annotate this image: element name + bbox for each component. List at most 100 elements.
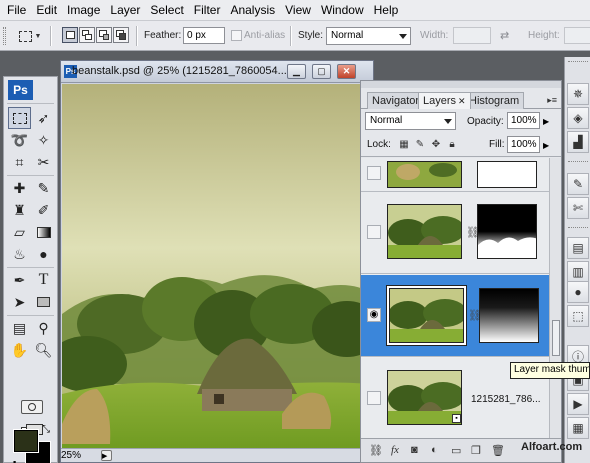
styles-dock-button[interactable]: ▦ bbox=[567, 417, 589, 439]
blend-mode-select[interactable]: Normal bbox=[365, 112, 456, 130]
minimize-button[interactable]: ▁ bbox=[287, 64, 306, 79]
menu-view[interactable]: View bbox=[280, 3, 316, 17]
history-brush-tool-button[interactable]: ✐ bbox=[32, 199, 55, 221]
tab-histogram[interactable]: Histogram bbox=[464, 92, 525, 109]
visibility-toggle[interactable]: ◉ bbox=[367, 308, 381, 322]
visibility-toggle[interactable] bbox=[367, 166, 381, 180]
move-tool-button[interactable]: ➶ bbox=[32, 107, 55, 129]
opacity-arrow-icon[interactable]: ▶ bbox=[543, 117, 549, 126]
scrollbar-thumb[interactable] bbox=[552, 320, 560, 356]
notes-tool-button[interactable]: ▤ bbox=[8, 317, 31, 339]
dock-grip[interactable] bbox=[568, 227, 588, 229]
slice-tool-button[interactable]: ✂ bbox=[32, 151, 55, 173]
layer-row-selected[interactable]: ◉ ⛓ bbox=[361, 275, 549, 357]
brushes-dock-button[interactable]: ✎ bbox=[567, 173, 589, 195]
tool-preset-picker[interactable]: ▼ bbox=[13, 25, 47, 47]
crop-tool-button[interactable]: ⌗ bbox=[8, 151, 31, 173]
tab-navigator[interactable]: Navigator bbox=[367, 92, 425, 109]
layer-row[interactable]: ⛓ bbox=[361, 192, 549, 274]
layer-row[interactable] bbox=[361, 158, 549, 192]
delete-layer-icon[interactable]: 🗑︎ bbox=[491, 444, 505, 457]
width-input[interactable] bbox=[453, 27, 491, 44]
feather-input[interactable]: 0 px bbox=[183, 27, 225, 44]
lasso-tool-button[interactable]: ➰ bbox=[8, 129, 31, 151]
marquee-tool-button[interactable] bbox=[8, 107, 31, 129]
fill-arrow-icon[interactable]: ▶ bbox=[543, 141, 549, 150]
layer-mask-thumbnail[interactable] bbox=[479, 288, 539, 343]
eraser-tool-button[interactable]: ▱ bbox=[8, 221, 31, 243]
document-titlebar[interactable]: Ps beanstalk.psd @ 25% (1215281_7860054.… bbox=[61, 61, 373, 83]
color-dock-button[interactable]: ● bbox=[567, 281, 589, 303]
menu-select[interactable]: Select bbox=[145, 3, 188, 17]
layers-dock-button[interactable]: ◈ bbox=[567, 107, 589, 129]
height-input[interactable] bbox=[564, 27, 590, 44]
pen-tool-button[interactable]: ✒ bbox=[8, 269, 31, 291]
status-menu-button[interactable]: ▶ bbox=[101, 450, 112, 461]
path-select-tool-button[interactable]: ➤ bbox=[8, 291, 31, 313]
layer-thumbnail[interactable] bbox=[387, 161, 462, 188]
tool-presets-dock-button[interactable]: ✄ bbox=[567, 197, 589, 219]
layer-thumbnail[interactable] bbox=[389, 288, 464, 343]
tab-layers[interactable]: Layers ✕ bbox=[418, 92, 471, 109]
options-grip[interactable] bbox=[3, 27, 6, 45]
menu-layer[interactable]: Layer bbox=[105, 3, 145, 17]
paths-dock-button[interactable]: ⬚ bbox=[567, 305, 589, 327]
brush-tool-button[interactable]: ✎ bbox=[32, 177, 55, 199]
fill-input[interactable]: 100% bbox=[507, 136, 540, 153]
blur-tool-button[interactable]: ♨ bbox=[8, 243, 31, 265]
layer-thumbnail[interactable] bbox=[387, 370, 462, 425]
close-icon[interactable]: ✕ bbox=[458, 96, 466, 106]
maximize-button[interactable]: ▢ bbox=[312, 64, 331, 79]
zoom-tool-button[interactable]: 🔍︎ bbox=[32, 339, 55, 361]
swap-dimensions-icon[interactable]: ⇄ bbox=[500, 29, 509, 42]
default-colors-icon[interactable]: ▪ bbox=[13, 457, 16, 463]
layer-mask-thumbnail[interactable] bbox=[477, 161, 537, 188]
style-select[interactable]: Normal bbox=[326, 27, 411, 45]
anti-alias-checkbox[interactable] bbox=[231, 30, 242, 41]
menu-window[interactable]: Window bbox=[316, 3, 369, 17]
add-selection-button[interactable] bbox=[79, 27, 95, 43]
opacity-input[interactable]: 100% bbox=[507, 112, 540, 129]
histogram-dock-button[interactable]: ▟ bbox=[567, 131, 589, 153]
magic-wand-tool-button[interactable]: ✧ bbox=[32, 129, 55, 151]
menu-file[interactable]: File bbox=[2, 3, 31, 17]
hand-tool-button[interactable]: ✋ bbox=[8, 339, 31, 361]
layers-scrollbar[interactable] bbox=[549, 158, 561, 440]
eyedropper-tool-button[interactable]: ⚲ bbox=[32, 317, 55, 339]
menu-edit[interactable]: Edit bbox=[31, 3, 62, 17]
lock-position-icon[interactable]: ✥ bbox=[430, 139, 442, 151]
new-group-icon[interactable]: ▭ bbox=[451, 444, 461, 457]
actions-dock-button[interactable]: ▤ bbox=[567, 237, 589, 259]
type-tool-button[interactable]: T bbox=[32, 269, 55, 291]
visibility-toggle[interactable] bbox=[367, 225, 381, 239]
lock-transparency-icon[interactable]: ▦ bbox=[398, 139, 410, 151]
menu-image[interactable]: Image bbox=[62, 3, 105, 17]
quick-mask-button[interactable] bbox=[21, 400, 43, 414]
menu-analysis[interactable]: Analysis bbox=[225, 3, 280, 17]
intersect-selection-button[interactable] bbox=[113, 27, 129, 43]
adjustment-layer-icon[interactable]: ◐ bbox=[431, 444, 438, 456]
layer-style-icon[interactable]: fx bbox=[391, 444, 399, 456]
dock-grip[interactable] bbox=[568, 161, 588, 163]
panel-grip[interactable] bbox=[361, 81, 561, 88]
new-selection-button[interactable] bbox=[62, 27, 78, 43]
history-dock-button[interactable]: ▥ bbox=[567, 261, 589, 283]
dodge-tool-button[interactable]: ● bbox=[32, 243, 55, 265]
shape-tool-button[interactable] bbox=[32, 291, 55, 313]
add-mask-icon[interactable]: ◙ bbox=[411, 444, 418, 456]
panel-menu-icon[interactable]: ▸≡ bbox=[547, 95, 557, 106]
layer-thumbnail[interactable] bbox=[387, 204, 462, 259]
new-layer-icon[interactable]: ❐ bbox=[471, 444, 481, 457]
layer-name[interactable]: 1215281_786... bbox=[471, 394, 541, 405]
lock-pixels-icon[interactable]: ✎ bbox=[414, 139, 426, 151]
navigator-dock-button[interactable]: ✵ bbox=[567, 83, 589, 105]
menu-help[interactable]: Help bbox=[369, 3, 404, 17]
document-canvas[interactable] bbox=[62, 84, 372, 449]
layer-mask-thumbnail[interactable] bbox=[477, 204, 537, 259]
stamp-tool-button[interactable]: ♜ bbox=[8, 199, 31, 221]
link-layers-icon[interactable]: ⛓ bbox=[369, 444, 383, 457]
close-button[interactable]: ✕ bbox=[337, 64, 356, 79]
animation-dock-button[interactable]: ▶ bbox=[567, 393, 589, 415]
subtract-selection-button[interactable] bbox=[96, 27, 112, 43]
lock-all-icon[interactable]: 🔒︎ bbox=[446, 139, 458, 151]
